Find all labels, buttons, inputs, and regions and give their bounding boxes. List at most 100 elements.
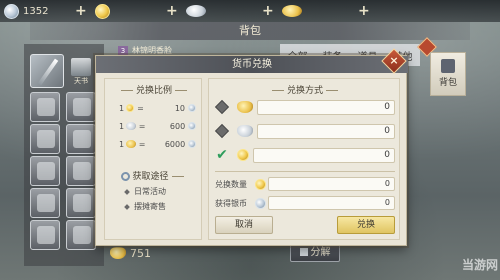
currency-gold: + (95, 0, 186, 22)
add-silver-ingot-button[interactable]: + (262, 3, 274, 19)
rate-right: 6000 (164, 139, 186, 149)
currency-silver-ingot: + (186, 0, 282, 22)
currency-bar: 1352 + + + + (0, 0, 500, 22)
pendant-icon (73, 226, 91, 244)
silver-ingot-icon (186, 5, 206, 17)
source-stall-consign[interactable]: 摆摊寄售 (124, 201, 166, 212)
necklace-icon (37, 194, 55, 212)
rate-row-1: 1 = 10 (119, 101, 199, 115)
exchange-quantity-row: 兑换数量 0 (215, 176, 395, 192)
rate-left: 1 (119, 139, 125, 149)
cancel-button[interactable]: 取消 (215, 216, 273, 234)
method-pane: 兑换方式 0 0 ✔ 0 兑换数量 0 获得银币 0 取消 兑换 (208, 78, 400, 240)
ring-icon (37, 226, 55, 244)
equip-slot-ring[interactable] (30, 220, 60, 250)
equip-slot-pants[interactable] (66, 156, 96, 186)
equip-slot-gloves[interactable] (30, 124, 60, 154)
rate-right: 10 (174, 103, 186, 113)
source-heading-text: 获取途径 (132, 172, 169, 182)
subtitle-text: 林锦明香脸 (132, 46, 172, 55)
source-daily-activity[interactable]: 日常活动 (124, 186, 166, 197)
moon-coin-amount: 1352 (23, 5, 49, 17)
glove-icon (37, 130, 55, 148)
equip-slot-chest[interactable] (30, 92, 60, 122)
source-heading: 获取途径 (105, 169, 203, 182)
currency-exchange-dialog: 货币兑换 × 兑换比例 1 = 10 1 = 600 1 = 6000 获取途径… (95, 48, 408, 246)
decompose-icon (299, 248, 308, 256)
gold-ingot-icon (126, 140, 136, 148)
exchange-quantity-field[interactable]: 0 (268, 177, 395, 191)
rate-heading-text: 兑换比例 (135, 86, 172, 96)
equip-slot-necklace[interactable] (30, 188, 60, 218)
gold-coin-icon (237, 149, 249, 161)
currency-moon: 1352 + (4, 0, 95, 22)
gold-ingot-icon (237, 101, 253, 113)
gold-ingot-icon (282, 5, 302, 17)
silver-ingot-icon (237, 125, 253, 137)
silver-coin-icon (188, 140, 196, 148)
rate-row-3: 1 = 6000 (119, 137, 199, 151)
rate-equals: = (137, 103, 144, 113)
pants-icon (73, 162, 91, 180)
option-radio[interactable] (214, 99, 230, 115)
helmet-icon (73, 98, 91, 116)
equip-slot-belt[interactable] (30, 156, 60, 186)
option-gold-coin[interactable]: ✔ 0 (215, 145, 395, 165)
obtained-silver-row: 获得银币 0 (215, 195, 395, 211)
gold-coin-icon (95, 3, 110, 19)
gold-coin-amount-field[interactable]: 0 (253, 147, 395, 163)
option-gold-ingot[interactable]: 0 (214, 97, 395, 117)
currency-gold-ingot: + (282, 0, 378, 22)
silver-ingot-icon (126, 122, 136, 130)
tianshu-button[interactable]: 天书 (68, 58, 94, 92)
option-silver-ingot[interactable]: 0 (214, 121, 395, 141)
rate-row-2: 1 = 600 (119, 119, 199, 133)
boots-icon (73, 194, 91, 212)
link-icon (121, 172, 131, 181)
side-tab-bag[interactable]: 背包 (430, 52, 466, 96)
obtained-silver-field: 0 (268, 196, 395, 210)
rate-pane: 兑换比例 1 = 10 1 = 600 1 = 6000 获取途径 日常活动 摆… (104, 78, 202, 240)
weapon-slot[interactable] (30, 54, 64, 88)
silver-coin-icon (255, 197, 266, 209)
checkmark-icon[interactable]: ✔ (215, 148, 229, 162)
ingot-icon (110, 247, 126, 259)
close-icon: × (389, 54, 399, 67)
book-icon (71, 58, 91, 76)
divider (215, 171, 395, 172)
option-radio[interactable] (214, 123, 230, 139)
exchange-button[interactable]: 兑换 (337, 216, 395, 234)
dialog-title: 货币兑换 (96, 56, 408, 73)
rate-equals: = (138, 139, 146, 149)
silver-ingot-amount-field[interactable]: 0 (257, 123, 395, 139)
silver-coin-icon (188, 104, 196, 112)
gold-coin-icon (126, 104, 135, 112)
rate-right: 600 (169, 121, 186, 131)
gold-ingot-amount-field[interactable]: 0 (257, 99, 395, 115)
bag-title: 背包 (30, 22, 470, 40)
silver-coin-icon (188, 122, 196, 130)
rate-heading: 兑换比例 (105, 83, 203, 96)
equip-slot-bracer[interactable] (66, 124, 96, 154)
belt-icon (37, 162, 55, 180)
decompose-button[interactable]: 分解 (290, 244, 340, 262)
rate-left: 1 (119, 103, 125, 113)
obtained-silver-label: 获得银币 (215, 198, 247, 208)
method-heading-text: 兑换方式 (286, 86, 323, 96)
equip-slot-helmet[interactable] (66, 92, 96, 122)
ingot-count: 751 (130, 246, 151, 260)
add-gold-coin-button[interactable]: + (166, 3, 178, 19)
site-watermark: 当游网 (461, 258, 498, 272)
equip-slot-pendant[interactable] (66, 220, 96, 250)
bullet-icon (124, 188, 130, 195)
exchange-quantity-label: 兑换数量 (215, 179, 247, 189)
bracer-icon (73, 130, 91, 148)
source-label: 摆摊寄售 (134, 202, 166, 211)
rate-left: 1 (119, 121, 125, 131)
add-moon-coin-button[interactable]: + (75, 3, 87, 19)
source-label: 日常活动 (134, 187, 166, 196)
gold-coin-icon (255, 178, 266, 190)
equip-slot-boots[interactable] (66, 188, 96, 218)
add-gold-ingot-button[interactable]: + (358, 3, 370, 19)
bag-icon (441, 59, 455, 73)
